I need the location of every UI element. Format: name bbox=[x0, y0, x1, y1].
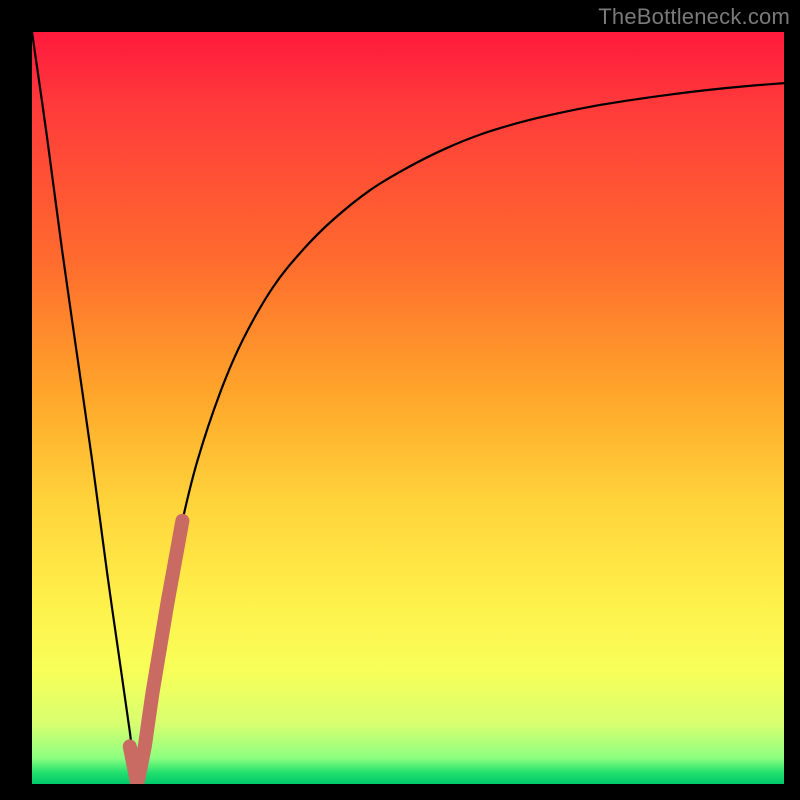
chart-frame: TheBottleneck.com bbox=[0, 0, 800, 800]
chart-svg bbox=[32, 32, 784, 784]
bottleneck-curve-path bbox=[32, 32, 784, 784]
watermark-text: TheBottleneck.com bbox=[598, 4, 790, 30]
plot-area bbox=[32, 32, 784, 784]
highlight-segment-path bbox=[130, 521, 183, 784]
